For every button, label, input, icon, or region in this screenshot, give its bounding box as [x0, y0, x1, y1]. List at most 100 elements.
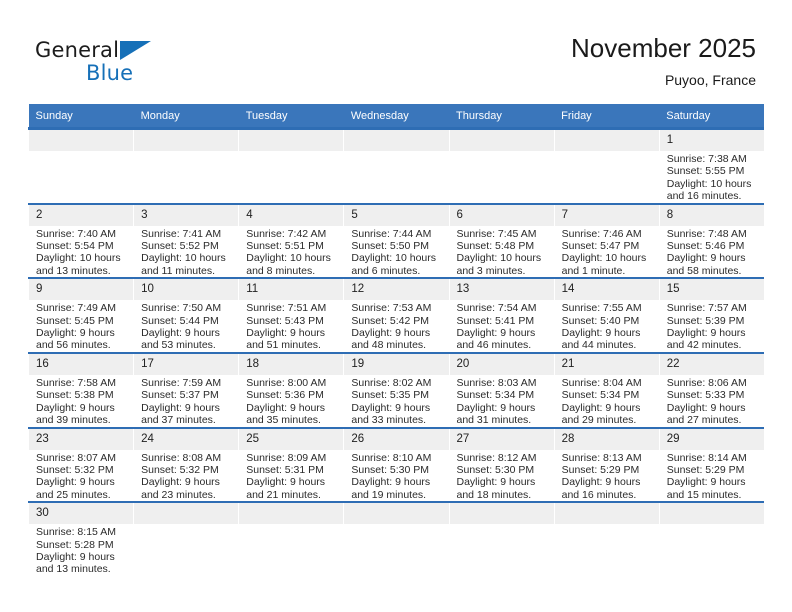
daylight-text-line1: Daylight: 9 hours [666, 327, 746, 340]
calendar-body: 1 Sunrise: 7:38 AM Sunset: 5:55 PM Daylight… [27, 126, 765, 576]
daylight-text-line2: and 15 minutes. [666, 488, 742, 501]
day-number: 9 [29, 279, 134, 301]
calendar-day-cell[interactable] [448, 126, 555, 204]
day-number: 28 [554, 428, 659, 450]
calendar-day-cell[interactable]: 19 Sunrise: 8:02 AM Sunset: 5:35 PM Dayligh… [343, 351, 449, 428]
calendar-day-cell[interactable] [343, 126, 449, 204]
calendar-day-cell[interactable]: 3 Sunrise: 7:41 AM Sunset: 5:52 PM Daylight… [133, 202, 239, 279]
calendar-day-cell[interactable]: 4 Sunrise: 7:42 AM Sunset: 5:51 PM Daylight… [238, 202, 344, 279]
daylight-text-line1: Daylight: 9 hours [456, 327, 536, 340]
day-details: Sunrise: 7:42 AM Sunset: 5:51 PM Daylight:… [239, 226, 343, 278]
day-details: Sunrise: 7:53 AM Sunset: 5:42 PM Daylight:… [344, 300, 448, 352]
calendar-day-cell[interactable]: 1 Sunrise: 7:38 AM Sunset: 5:55 PM Daylight… [658, 126, 765, 204]
calendar-day-cell[interactable]: 22 Sunrise: 8:06 AM Sunset: 5:33 PM Dayligh… [658, 351, 765, 428]
sunset-text: Sunset: 5:50 PM [351, 240, 430, 253]
day-details: Sunrise: 7:45 AM Sunset: 5:48 PM Daylight:… [450, 226, 554, 278]
calendar-day-cell[interactable]: 21 Sunrise: 8:04 AM Sunset: 5:34 PM Dayligh… [553, 351, 660, 428]
calendar-day-cell[interactable]: 9 Sunrise: 7:49 AM Sunset: 5:45 PM Daylight… [27, 277, 134, 353]
calendar-day-cell[interactable] [448, 501, 555, 576]
daylight-text-line2: and 48 minutes. [351, 339, 427, 352]
day-number: 27 [449, 428, 554, 450]
daylight-text-line1: Daylight: 9 hours [666, 401, 746, 414]
weekday-header-sunday: Sunday [28, 104, 134, 129]
sunrise-text: Sunrise: 8:08 AM [141, 451, 222, 464]
calendar-day-cell[interactable]: 23 Sunrise: 8:07 AM Sunset: 5:32 PM Dayligh… [27, 426, 134, 503]
calendar-week-row: 30 Sunrise: 8:15 AM Sunset: 5:28 PM Dayligh… [27, 501, 765, 576]
daylight-text-line1: Daylight: 10 hours [456, 252, 542, 265]
calendar-day-cell[interactable] [343, 501, 449, 576]
day-number: 25 [239, 428, 344, 450]
calendar-day-cell[interactable] [27, 126, 134, 204]
calendar-day-cell[interactable] [238, 501, 344, 576]
sunrise-text: Sunrise: 8:07 AM [36, 451, 116, 464]
day-details: Sunrise: 7:59 AM Sunset: 5:37 PM Daylight:… [134, 375, 238, 427]
day-number: 21 [554, 353, 659, 375]
daylight-text-line2: and 6 minutes. [351, 264, 421, 277]
calendar-day-cell[interactable]: 13 Sunrise: 7:54 AM Sunset: 5:41 PM Dayligh… [448, 277, 555, 353]
day-details: Sunrise: 8:04 AM Sunset: 5:34 PM Daylight:… [555, 375, 659, 427]
day-details: Sunrise: 7:41 AM Sunset: 5:52 PM Daylight:… [134, 226, 238, 278]
day-details: Sunrise: 7:51 AM Sunset: 5:43 PM Daylight:… [239, 300, 343, 352]
calendar-day-cell[interactable]: 27 Sunrise: 8:12 AM Sunset: 5:30 PM Dayligh… [448, 426, 555, 503]
daylight-text-line1: Daylight: 9 hours [141, 401, 220, 414]
calendar-day-cell[interactable]: 26 Sunrise: 8:10 AM Sunset: 5:30 PM Dayligh… [343, 426, 449, 503]
calendar-day-cell[interactable] [238, 126, 344, 204]
calendar-day-cell[interactable] [133, 126, 239, 204]
day-details: Sunrise: 8:08 AM Sunset: 5:32 PM Daylight:… [134, 450, 238, 502]
sunset-text: Sunset: 5:55 PM [666, 165, 745, 178]
calendar-day-cell[interactable]: 14 Sunrise: 7:55 AM Sunset: 5:40 PM Dayligh… [553, 277, 660, 353]
daylight-text-line2: and 19 minutes. [351, 488, 427, 501]
day-details: Sunrise: 8:00 AM Sunset: 5:36 PM Daylight:… [239, 375, 343, 427]
sunset-text: Sunset: 5:36 PM [246, 389, 324, 402]
calendar-day-cell[interactable]: 15 Sunrise: 7:57 AM Sunset: 5:39 PM Dayligh… [658, 277, 765, 353]
daylight-text-line2: and 13 minutes. [36, 563, 111, 576]
day-number: 5 [344, 204, 449, 226]
daylight-text-line2: and 39 minutes. [36, 414, 111, 427]
calendar-week-row: 23 Sunrise: 8:07 AM Sunset: 5:32 PM Dayligh… [27, 426, 765, 503]
calendar-day-cell[interactable]: 11 Sunrise: 7:51 AM Sunset: 5:43 PM Dayligh… [238, 277, 344, 353]
day-number: 17 [134, 353, 239, 375]
sunset-text: Sunset: 5:39 PM [666, 314, 745, 327]
day-number: 8 [659, 204, 765, 226]
calendar-day-cell[interactable]: 8 Sunrise: 7:48 AM Sunset: 5:46 PM Daylight… [658, 202, 765, 279]
calendar-day-cell[interactable] [133, 501, 239, 576]
calendar-day-cell[interactable]: 2 Sunrise: 7:40 AM Sunset: 5:54 PM Daylight… [27, 202, 134, 279]
daylight-text-line2: and 46 minutes. [456, 339, 532, 352]
calendar-day-cell[interactable]: 6 Sunrise: 7:45 AM Sunset: 5:48 PM Daylight… [448, 202, 555, 279]
sunrise-text: Sunrise: 7:44 AM [351, 227, 432, 240]
sunset-text: Sunset: 5:34 PM [561, 389, 640, 402]
calendar-day-cell[interactable]: 20 Sunrise: 8:03 AM Sunset: 5:34 PM Dayligh… [448, 351, 555, 428]
calendar-day-cell[interactable]: 29 Sunrise: 8:14 AM Sunset: 5:29 PM Dayligh… [658, 426, 765, 503]
page-title: November 2025 [571, 33, 756, 63]
weekday-header-tuesday: Tuesday [238, 104, 344, 129]
page-header: General Blue November 2025 Puyoo, France [0, 0, 792, 104]
sunrise-text: Sunrise: 7:59 AM [141, 376, 222, 389]
daylight-text-line2: and 21 minutes. [246, 488, 321, 501]
calendar-day-cell[interactable]: 5 Sunrise: 7:44 AM Sunset: 5:50 PM Daylight… [343, 202, 449, 279]
sunrise-text: Sunrise: 7:45 AM [456, 227, 537, 240]
calendar-day-cell[interactable]: 10 Sunrise: 7:50 AM Sunset: 5:44 PM Dayligh… [133, 277, 239, 353]
daylight-text-line1: Daylight: 9 hours [246, 401, 326, 414]
sunset-text: Sunset: 5:40 PM [561, 314, 640, 327]
brand-logo[interactable]: General Blue [35, 38, 255, 93]
sunrise-text: Sunrise: 8:02 AM [351, 376, 432, 389]
calendar-day-cell[interactable]: 17 Sunrise: 7:59 AM Sunset: 5:37 PM Dayligh… [133, 351, 239, 428]
calendar-day-cell[interactable] [553, 126, 660, 204]
calendar-day-cell[interactable]: 7 Sunrise: 7:46 AM Sunset: 5:47 PM Daylight… [553, 202, 660, 279]
calendar-day-cell[interactable]: 30 Sunrise: 8:15 AM Sunset: 5:28 PM Dayligh… [27, 501, 134, 576]
calendar-day-cell[interactable]: 16 Sunrise: 7:58 AM Sunset: 5:38 PM Dayligh… [27, 351, 134, 428]
calendar-day-cell[interactable] [658, 501, 765, 576]
sunset-text: Sunset: 5:29 PM [666, 463, 745, 476]
daylight-text-line2: and 1 minute. [561, 264, 626, 277]
calendar-day-cell[interactable]: 28 Sunrise: 8:13 AM Sunset: 5:29 PM Dayligh… [553, 426, 660, 503]
day-number: 12 [344, 279, 449, 301]
calendar-day-cell[interactable]: 24 Sunrise: 8:08 AM Sunset: 5:32 PM Dayligh… [133, 426, 239, 503]
calendar-day-cell[interactable]: 12 Sunrise: 7:53 AM Sunset: 5:42 PM Dayligh… [343, 277, 449, 353]
calendar-day-cell[interactable]: 25 Sunrise: 8:09 AM Sunset: 5:31 PM Dayligh… [238, 426, 344, 503]
calendar-day-cell[interactable]: 18 Sunrise: 8:00 AM Sunset: 5:36 PM Dayligh… [238, 351, 344, 428]
calendar-day-cell[interactable] [553, 501, 660, 576]
day-number: 16 [29, 353, 134, 375]
sunrise-text: Sunrise: 8:10 AM [351, 451, 432, 464]
sunset-text: Sunset: 5:29 PM [561, 463, 640, 476]
day-details: Sunrise: 7:48 AM Sunset: 5:46 PM Daylight:… [660, 226, 765, 278]
